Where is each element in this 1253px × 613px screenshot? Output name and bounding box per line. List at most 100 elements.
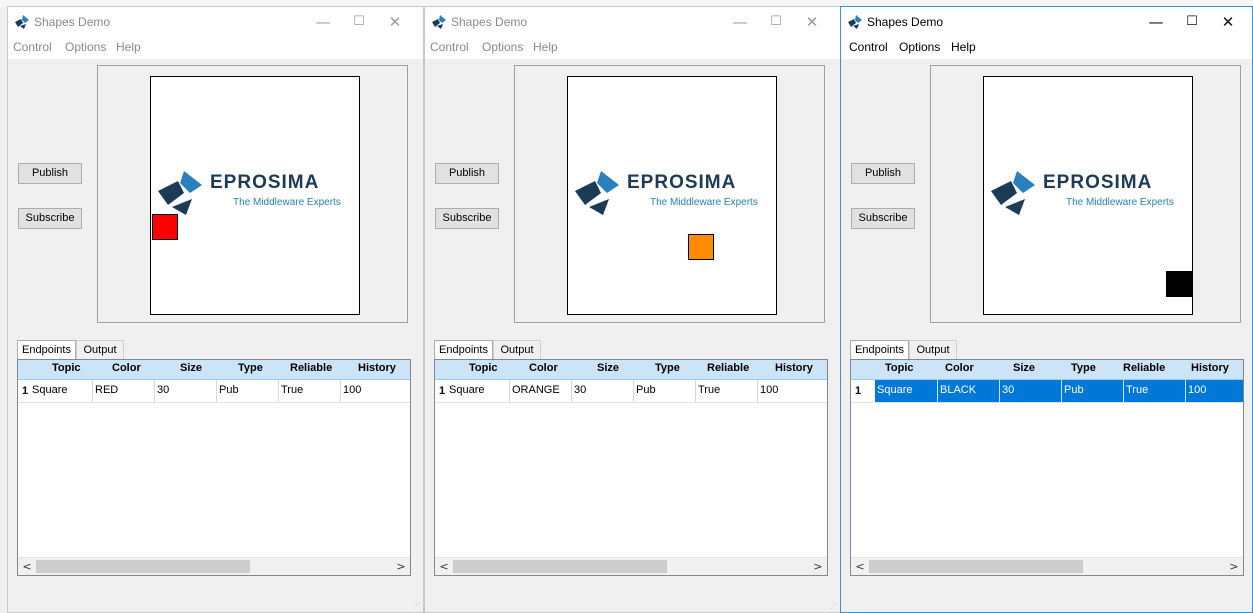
cell-topic[interactable]: Square [30,380,92,402]
close-button[interactable]: ✕ [794,7,830,37]
maximize-button[interactable]: ☐ [758,7,794,37]
table-row[interactable]: 1 Square RED 30 Pub True 100 [18,380,410,403]
col-color[interactable]: Color [945,362,974,374]
subscribe-button[interactable]: Subscribe [435,208,499,229]
cell-reliable[interactable]: True [695,380,757,402]
title-bar[interactable]: Shapes Demo — ☐ ✕ [425,7,840,37]
scroll-right-arrow-icon[interactable]: > [1226,559,1242,574]
col-size[interactable]: Size [180,362,202,374]
menu-control[interactable]: Control [849,40,888,54]
col-color[interactable]: Color [112,362,141,374]
menu-control[interactable]: Control [13,40,52,54]
cell-color[interactable]: ORANGE [509,380,571,402]
eprosima-logo: EPROSIMA The Middleware Experts [154,169,359,217]
logo-tagline: The Middleware Experts [233,197,341,208]
tab-endpoints[interactable]: Endpoints [17,340,76,360]
title-bar[interactable]: Shapes Demo — ☐ ✕ [841,7,1252,37]
scroll-right-arrow-icon[interactable]: > [393,559,409,574]
col-topic[interactable]: Topic [52,362,81,374]
horizontal-scrollbar[interactable]: < > [435,557,827,575]
col-history[interactable]: History [358,362,396,374]
close-button[interactable]: ✕ [377,7,413,37]
scroll-left-arrow-icon[interactable]: < [19,559,35,574]
logo-wordmark: EPROSIMA [1043,172,1153,193]
scroll-left-arrow-icon[interactable]: < [852,559,868,574]
resize-grip-icon[interactable]: ⋰ [830,602,838,610]
shapes-demo-window-2: Shapes Demo — ☐ ✕ Control Options Help P… [424,6,841,613]
menu-options[interactable]: Options [65,40,106,54]
minimize-button[interactable]: — [722,7,758,37]
cell-type[interactable]: Pub [216,380,278,402]
scroll-thumb[interactable] [869,560,1083,573]
cell-size[interactable]: 30 [571,380,633,402]
logo-tagline: The Middleware Experts [650,197,758,208]
cell-reliable[interactable]: True [278,380,340,402]
cell-history[interactable]: 100 [340,380,410,402]
maximize-button[interactable]: ☐ [341,7,377,37]
shapes-canvas[interactable]: EPROSIMA The Middleware Experts [983,76,1193,315]
col-history[interactable]: History [1191,362,1229,374]
minimize-button[interactable]: — [1138,7,1174,37]
table-row[interactable]: 1 Square ORANGE 30 Pub True 100 [435,380,827,403]
col-reliable[interactable]: Reliable [290,362,332,374]
cell-topic[interactable]: Square [875,380,937,402]
scroll-thumb[interactable] [36,560,250,573]
cell-size[interactable]: 30 [154,380,216,402]
subscribe-button[interactable]: Subscribe [851,208,915,229]
col-topic[interactable]: Topic [469,362,498,374]
col-type[interactable]: Type [238,362,263,374]
app-logo-icon [15,15,29,29]
tab-output[interactable]: Output [76,340,124,359]
cell-color[interactable]: RED [92,380,154,402]
minimize-button[interactable]: — [305,7,341,37]
col-reliable[interactable]: Reliable [1123,362,1165,374]
col-size[interactable]: Size [1013,362,1035,374]
cell-size[interactable]: 30 [999,380,1061,402]
cell-history[interactable]: 100 [757,380,827,402]
subscribe-button[interactable]: Subscribe [18,208,82,229]
tab-output[interactable]: Output [493,340,541,359]
cell-type[interactable]: Pub [1061,380,1123,402]
resize-grip-icon[interactable]: ⋰ [413,602,421,610]
status-bar: ⋰ [425,590,840,612]
col-history[interactable]: History [775,362,813,374]
col-size[interactable]: Size [597,362,619,374]
horizontal-scrollbar[interactable]: < > [18,557,410,575]
close-button[interactable]: ✕ [1210,7,1246,37]
shapes-canvas[interactable]: EPROSIMA The Middleware Experts [567,76,777,315]
cell-history[interactable]: 100 [1185,380,1243,402]
menu-options[interactable]: Options [899,40,940,54]
col-topic[interactable]: Topic [885,362,914,374]
scroll-left-arrow-icon[interactable]: < [436,559,452,574]
scroll-right-arrow-icon[interactable]: > [810,559,826,574]
scroll-thumb[interactable] [453,560,667,573]
cell-topic[interactable]: Square [447,380,509,402]
publish-button[interactable]: Publish [435,163,499,184]
tab-endpoints[interactable]: Endpoints [850,340,909,360]
row-header[interactable]: 1 [851,380,875,402]
cell-type[interactable]: Pub [633,380,695,402]
tab-output[interactable]: Output [909,340,957,359]
window-title: Shapes Demo [867,15,944,29]
cell-color[interactable]: BLACK [937,380,999,402]
menu-options[interactable]: Options [482,40,523,54]
table-row[interactable]: 1 Square BLACK 30 Pub True 100 [851,380,1243,403]
col-color[interactable]: Color [529,362,558,374]
menu-control[interactable]: Control [430,40,469,54]
col-type[interactable]: Type [655,362,680,374]
logo-wordmark: EPROSIMA [210,172,320,193]
publish-button[interactable]: Publish [851,163,915,184]
window-title: Shapes Demo [34,15,111,29]
menu-help[interactable]: Help [951,40,976,54]
menu-help[interactable]: Help [116,40,141,54]
title-bar[interactable]: Shapes Demo — ☐ ✕ [8,7,423,37]
maximize-button[interactable]: ☐ [1174,7,1210,37]
col-type[interactable]: Type [1071,362,1096,374]
publish-button[interactable]: Publish [18,163,82,184]
horizontal-scrollbar[interactable]: < > [851,557,1243,575]
tab-endpoints[interactable]: Endpoints [434,340,493,360]
col-reliable[interactable]: Reliable [707,362,749,374]
cell-reliable[interactable]: True [1123,380,1185,402]
shapes-canvas[interactable]: EPROSIMA The Middleware Experts [150,76,360,315]
menu-help[interactable]: Help [533,40,558,54]
